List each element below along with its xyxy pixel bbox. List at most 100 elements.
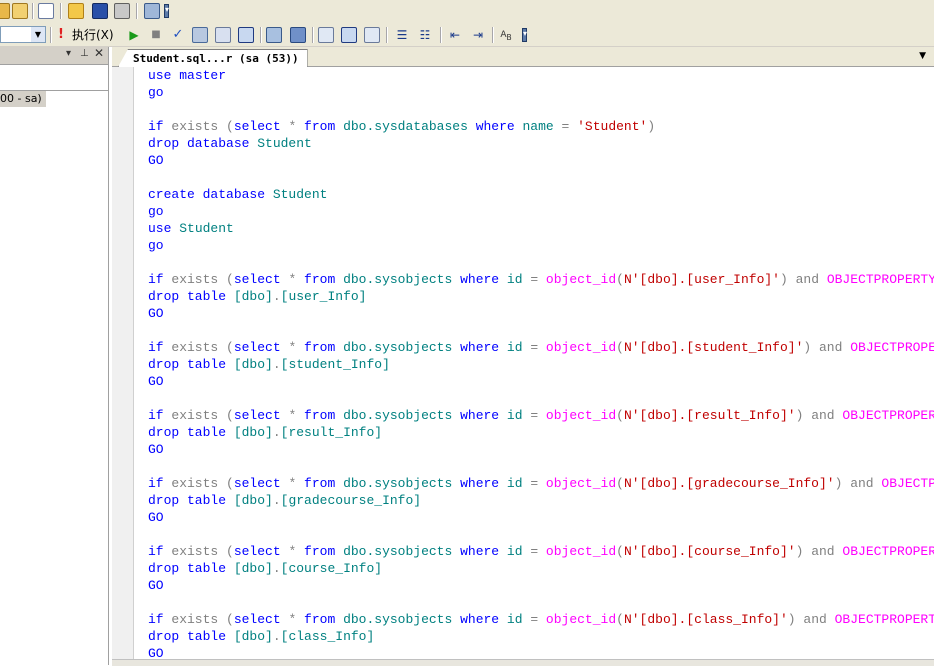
code-line[interactable] — [148, 322, 934, 339]
decrease-indent-icon[interactable]: ⇤ — [447, 27, 463, 43]
code-token: from — [304, 544, 344, 559]
code-line[interactable] — [148, 458, 934, 475]
code-line[interactable] — [148, 101, 934, 118]
code-line[interactable]: drop table [dbo].[user_Info] — [148, 288, 934, 305]
code-line[interactable]: GO — [148, 305, 934, 322]
object-explorer-pane: ▾ ⊥ ✕ 00 - sa) — [0, 46, 109, 665]
code-line[interactable]: if exists (select * from dbo.sysobjects … — [148, 271, 934, 288]
code-line[interactable]: if exists (select * from dbo.sysobjects … — [148, 543, 934, 560]
code-token: ( — [616, 544, 624, 559]
code-token: Student — [272, 187, 328, 202]
results-to-grid-icon[interactable] — [341, 27, 357, 43]
start-debug-icon[interactable]: ▶ — [126, 27, 142, 43]
code-line[interactable]: GO — [148, 152, 934, 169]
increase-indent-icon[interactable]: ⇥ — [470, 27, 486, 43]
query-editor[interactable]: use master go if exists (select * from db… — [112, 67, 934, 665]
tab-student-sql[interactable]: Student.sql...r (sa (53)) — [118, 49, 308, 67]
design-query-icon[interactable] — [266, 27, 282, 43]
code-token: if — [148, 272, 172, 287]
code-line[interactable] — [148, 594, 934, 611]
code-token: * — [288, 544, 305, 559]
intellisense-enabled-icon[interactable] — [238, 27, 254, 43]
code-token: * — [288, 476, 305, 491]
code-token: OBJECTPROPERTY(id, N'IsUserTable') = 1) — [842, 544, 934, 559]
code-line[interactable]: if exists (select * from dbo.sysobjects … — [148, 611, 934, 628]
code-line[interactable]: drop table [dbo].[gradecourse_Info] — [148, 492, 934, 509]
code-line[interactable] — [148, 254, 934, 271]
pin-icon[interactable]: ⊥ — [80, 48, 89, 59]
editor-margin — [112, 67, 134, 665]
code-line[interactable]: GO — [148, 441, 934, 458]
code-line[interactable]: GO — [148, 509, 934, 526]
tab-list-dropdown-icon[interactable]: ▼ — [919, 51, 926, 61]
code-token: . — [272, 425, 281, 440]
code-token: use — [148, 221, 180, 236]
new-file-icon[interactable] — [38, 3, 54, 19]
code-line[interactable]: go — [148, 203, 934, 220]
execute-icon[interactable]: ! — [58, 26, 64, 44]
code-line[interactable]: go — [148, 237, 934, 254]
comment-icon[interactable]: ☰ — [394, 27, 410, 43]
code-line[interactable]: drop table [dbo].[class_Info] — [148, 628, 934, 645]
database-engine-query-icon[interactable] — [12, 3, 28, 19]
stop-icon[interactable]: ■ — [148, 27, 164, 43]
toolbar-overflow-icon[interactable]: ▾ — [522, 28, 527, 42]
activity-monitor-icon[interactable] — [144, 3, 160, 19]
code-token: [dbo] — [233, 357, 273, 372]
uncomment-icon[interactable]: ☷ — [417, 27, 433, 43]
close-icon[interactable]: ✕ — [94, 46, 104, 60]
code-line[interactable]: go — [148, 84, 934, 101]
print-icon[interactable] — [114, 3, 130, 19]
code-line[interactable]: if exists (select * from dbo.sysobjects … — [148, 475, 934, 492]
code-token: select — [233, 544, 289, 559]
code-token: id — [506, 272, 531, 287]
code-line[interactable] — [148, 169, 934, 186]
save-icon[interactable] — [92, 3, 108, 19]
results-to-text-icon[interactable] — [318, 27, 334, 43]
code-token: exists ( — [171, 476, 234, 491]
code-token: drop table — [148, 357, 234, 372]
query-options-icon[interactable] — [215, 27, 231, 43]
open-folder-icon[interactable] — [68, 3, 84, 19]
code-line[interactable]: if exists (select * from dbo.sysobjects … — [148, 339, 934, 356]
code-line[interactable]: drop database Student — [148, 135, 934, 152]
code-token: exists ( — [171, 340, 234, 355]
code-token: . — [272, 493, 281, 508]
server-node[interactable]: 00 - sa) — [0, 91, 46, 107]
code-token: select — [233, 119, 289, 134]
code-line[interactable]: if exists (select * from dbo.sysobjects … — [148, 407, 934, 424]
execute-button[interactable]: 执行(X) — [72, 26, 114, 44]
code-line[interactable]: use master — [148, 67, 934, 84]
results-to-file-icon[interactable] — [364, 27, 380, 43]
new-query-icon[interactable] — [0, 3, 10, 19]
code-token: exists ( — [171, 272, 234, 287]
code-line[interactable]: drop table [dbo].[course_Info] — [148, 560, 934, 577]
code-line[interactable]: GO — [148, 577, 934, 594]
sql-code[interactable]: use master go if exists (select * from db… — [148, 67, 934, 662]
available-databases-combo[interactable]: ▼ — [0, 26, 46, 43]
code-line[interactable]: drop table [dbo].[result_Info] — [148, 424, 934, 441]
code-line[interactable]: GO — [148, 373, 934, 390]
code-token: go — [148, 85, 164, 100]
code-token: . — [272, 561, 281, 576]
code-token: = — [530, 612, 546, 627]
code-line[interactable]: drop table [dbo].[student_Info] — [148, 356, 934, 373]
code-token: from — [304, 476, 344, 491]
display-estimated-plan-icon[interactable] — [192, 27, 208, 43]
pane-dropdown-icon[interactable]: ▾ — [66, 48, 71, 59]
toolbar-separator — [60, 3, 62, 19]
combo-dropdown-icon[interactable]: ▼ — [31, 27, 45, 42]
code-token: OBJECTPROPERTY(id, N'IsUserTable') = 1) — [850, 340, 934, 355]
code-line[interactable]: use Student — [148, 220, 934, 237]
specify-template-values-icon[interactable] — [290, 27, 306, 43]
code-line[interactable] — [148, 390, 934, 407]
code-token: GO — [148, 578, 164, 593]
code-line[interactable]: create database Student — [148, 186, 934, 203]
code-line[interactable] — [148, 526, 934, 543]
parse-icon[interactable]: ✓ — [170, 27, 186, 43]
code-token: id — [506, 612, 531, 627]
toolbar-overflow-icon[interactable]: ▾ — [164, 4, 169, 18]
toolbar-separator — [492, 27, 494, 43]
code-line[interactable]: if exists (select * from dbo.sysdatabase… — [148, 118, 934, 135]
specify-values-icon[interactable]: AB — [498, 27, 514, 43]
